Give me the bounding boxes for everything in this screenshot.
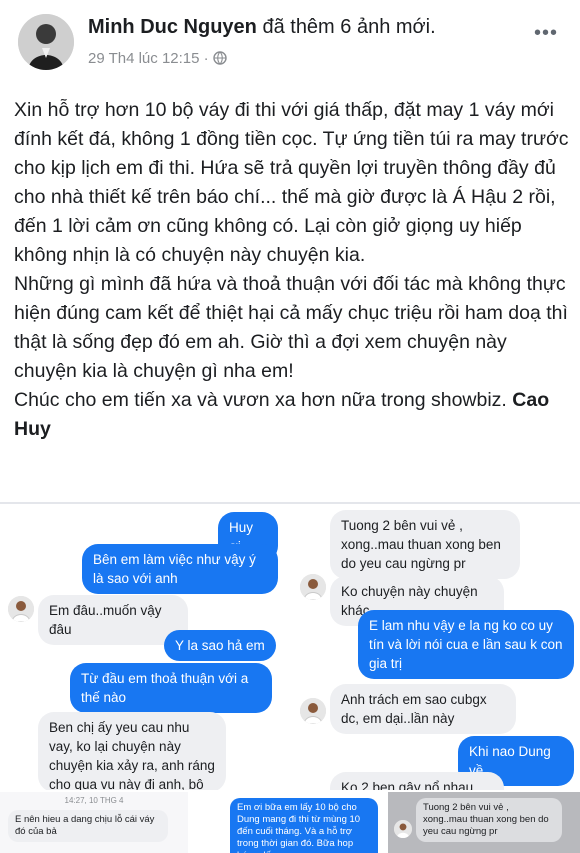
post-body: Xin hỗ trợ hơn 10 bộ váy đi thi với giá … xyxy=(14,96,570,444)
chat-bubble: Tuong 2 bên vui vẻ , xong..mau thuan xon… xyxy=(416,798,562,842)
chat-bubble: Tuong 2 bên vui vẻ , xong..mau thuan xon… xyxy=(330,510,520,579)
author-line: Minh Duc Nguyen đã thêm 6 ảnh mới. xyxy=(88,16,436,39)
chat-bubble: Bên em làm việc như vậy ý là sao với anh xyxy=(82,544,278,594)
post-paragraph-3: Chúc cho em tiến xa và vươn xa hơn nữa t… xyxy=(14,386,570,444)
contact-avatar xyxy=(300,698,326,724)
post-paragraph-1: Xin hỗ trợ hơn 10 bộ váy đi thi với giá … xyxy=(14,99,569,266)
chat-bubble: Em ơi bữa em lấy 10 bộ cho Dung mang đi … xyxy=(230,798,378,853)
author-name[interactable]: Minh Duc Nguyen xyxy=(88,16,257,38)
chat-screenshot-1[interactable]: Huy ơi Bên em làm việc như vậy ý là sao … xyxy=(0,504,286,790)
chat-bubble: Ko 2 ben gây nổ nhau nua xyxy=(330,772,504,790)
contact-avatar xyxy=(8,596,34,622)
chat-thumbnail-2[interactable]: Em ơi bữa em lấy 10 bộ cho Dung mang đi … xyxy=(194,792,382,853)
contact-avatar xyxy=(394,820,412,838)
post-action: đã thêm 6 ảnh mới. xyxy=(262,16,436,38)
contact-avatar xyxy=(300,574,326,600)
post-meta: 29 Th4 lúc 12:15 · xyxy=(88,50,227,69)
chat-screenshot-2[interactable]: Tuong 2 bên vui vẻ , xong..mau thuan xon… xyxy=(294,504,580,790)
more-icon[interactable]: ••• xyxy=(534,22,558,45)
meta-separator: · xyxy=(203,50,213,67)
chat-bubble: E lam nhu vậy e la ng ko co uy tín và lờ… xyxy=(358,610,574,679)
chat-bubble: Y la sao hả em xyxy=(164,630,276,661)
chat-bubble: Ben chị ấy yeu cau nhu vay, ko lại chuyệ… xyxy=(38,712,226,790)
chat-thumbnail-1[interactable]: 14:27, 10 THG 4 E nên hieu a dang chịu l… xyxy=(0,792,188,853)
post-paragraph-3-text: Chúc cho em tiến xa và vươn xa hơn nữa t… xyxy=(14,389,513,411)
author-avatar[interactable] xyxy=(18,14,74,70)
chat-bubble: Anh trách em sao cubgx dc, em dại..lần n… xyxy=(330,684,516,734)
post-header: Minh Duc Nguyen đã thêm 6 ảnh mới. 29 Th… xyxy=(0,0,580,80)
chat-bubble: E nên hieu a dang chịu lỗ cái váy đó của… xyxy=(8,810,168,842)
post-paragraph-2: Những gì mình đã hứa và thoả thuận với đ… xyxy=(14,273,568,382)
globe-icon xyxy=(213,51,227,69)
chat-bubble: Từ đầu em thoả thuận với a thế nào xyxy=(70,663,272,713)
thumb-timestamp: 14:27, 10 THG 4 xyxy=(64,796,124,805)
post-timestamp[interactable]: 29 Th4 lúc 12:15 xyxy=(88,50,199,67)
chat-thumbnail-3[interactable]: Tuong 2 bên vui vẻ , xong..mau thuan xon… xyxy=(388,792,580,853)
